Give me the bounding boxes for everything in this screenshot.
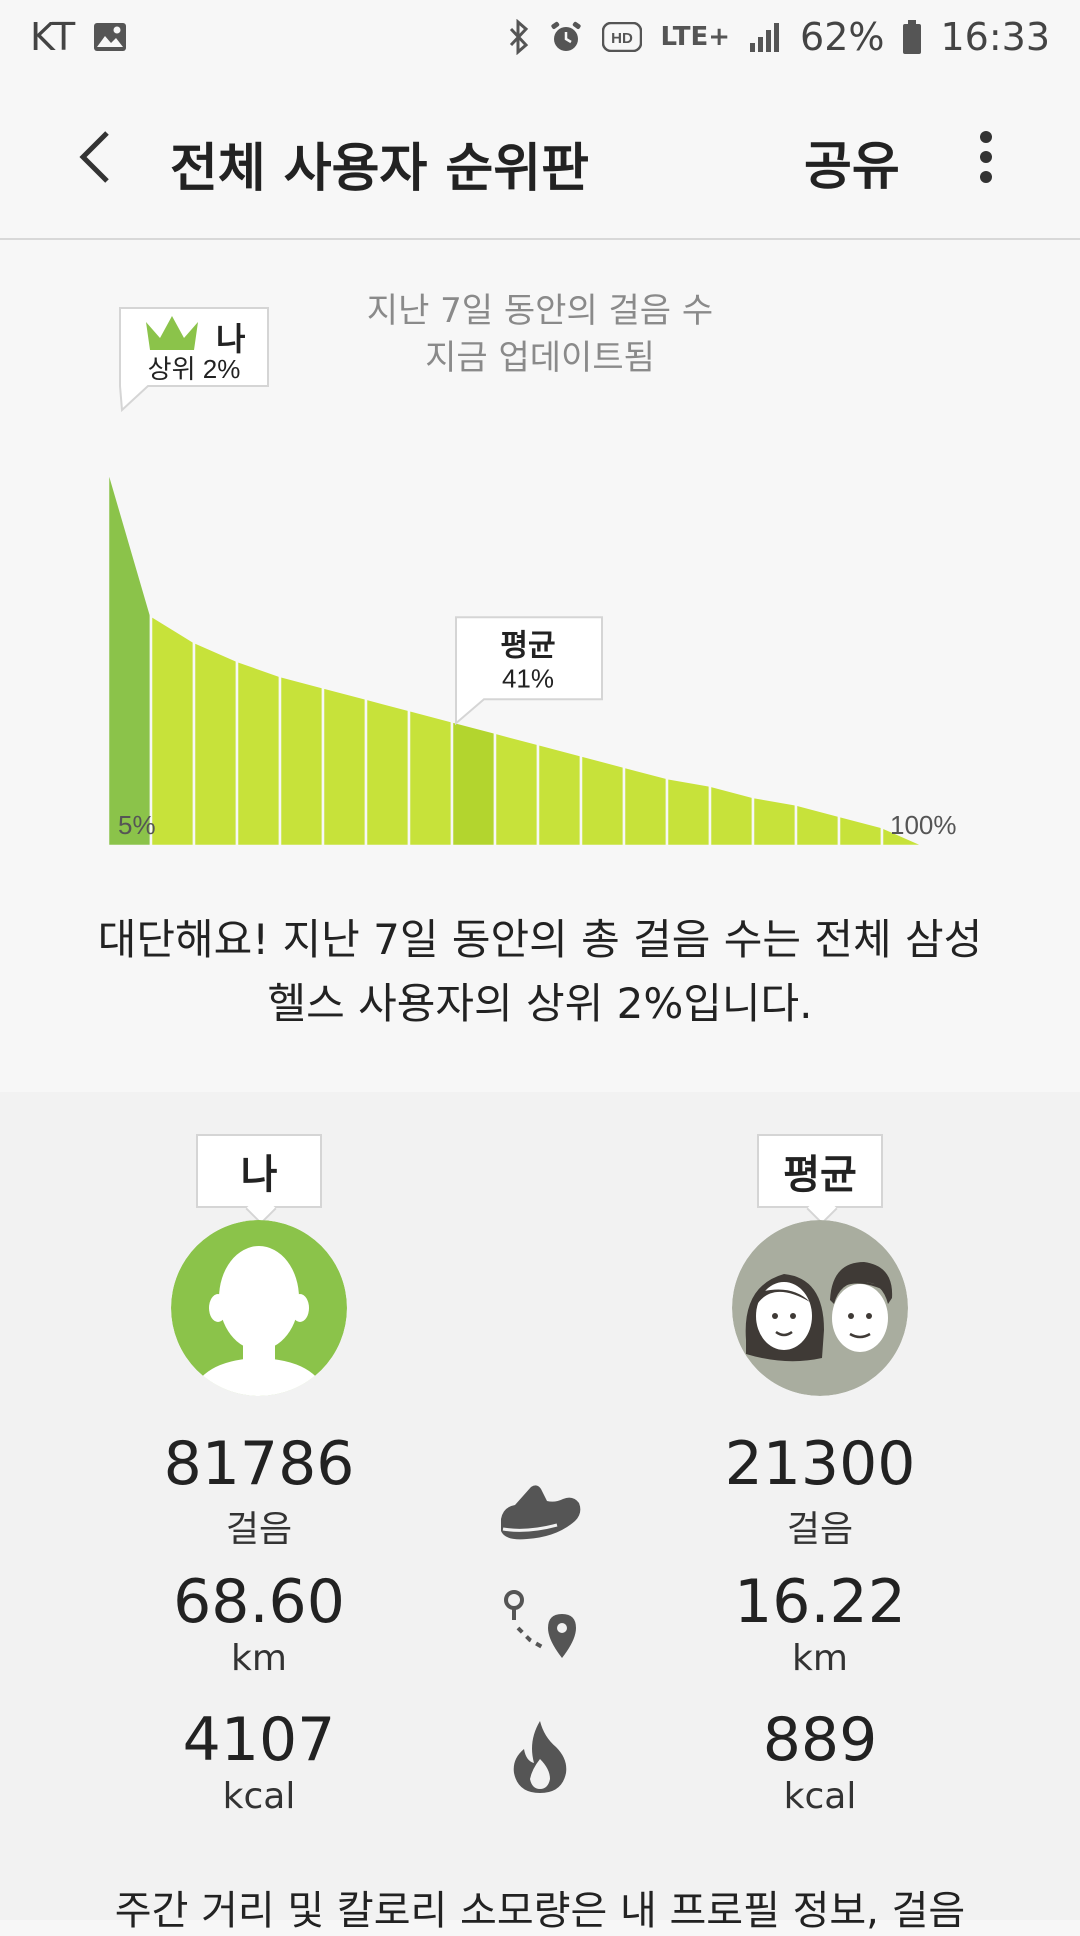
me-callout-label: 나 <box>216 321 245 357</box>
alarm-icon <box>548 19 584 55</box>
chart-bar <box>536 742 583 848</box>
average-calories-value: 889 <box>762 1705 878 1775</box>
page-title: 전체 사용자 순위판 <box>170 139 589 199</box>
average-distance-unit: km <box>792 1638 848 1679</box>
x-end-label: 100% <box>890 810 957 840</box>
chart-bar <box>622 764 669 848</box>
flame-icon <box>495 1712 585 1802</box>
chart-bar <box>708 783 755 848</box>
chart-bar <box>794 802 841 848</box>
average-callout-rank: 41% <box>502 663 554 693</box>
battery-icon <box>902 19 922 55</box>
x-start-label: 5% <box>118 810 156 840</box>
status-bar: KT HD LTE+ 62% 16:33 <box>0 0 1080 74</box>
gallery-icon <box>93 22 127 52</box>
more-vert-icon <box>980 131 992 183</box>
summary-line-1: 대단해요! 지난 7일 동안의 총 걸음 수는 전체 삼성 <box>97 915 983 964</box>
average-calories-unit: kcal <box>783 1776 857 1817</box>
average-steps-unit: 걸음 <box>786 1509 854 1550</box>
bluetooth-icon <box>508 19 530 55</box>
battery-percent: 62% <box>800 15 885 59</box>
average-avatar <box>732 1220 908 1396</box>
chart-bar <box>192 639 239 848</box>
average-distance-value: 16.22 <box>734 1567 906 1637</box>
comparison-panel: 나 81786 걸음 68.60 km 4107 kcal 평균 21300 걸… <box>0 1092 1080 1920</box>
chart-bar <box>665 776 712 848</box>
chart-bar <box>450 719 497 848</box>
chart-bar <box>278 674 325 848</box>
clock: 16:33 <box>940 15 1050 59</box>
chart-bar <box>321 685 368 848</box>
average-callout-label: 평균 <box>500 629 555 662</box>
my-steps-value: 81786 <box>163 1429 355 1499</box>
chart-bar <box>493 730 540 848</box>
me-callout-rank: 상위 2% <box>148 354 241 384</box>
signal-icon <box>748 21 782 53</box>
average-label-bubble: 평균 <box>757 1134 883 1208</box>
svg-text:HD: HD <box>612 30 634 47</box>
average-steps-value: 21300 <box>724 1429 916 1499</box>
app-bar: 전체 사용자 순위판 공유 <box>0 74 1080 240</box>
my-label-bubble: 나 <box>196 1134 322 1208</box>
chart-bar <box>579 753 626 848</box>
my-steps-unit: 걸음 <box>225 1509 293 1550</box>
my-avatar <box>171 1220 347 1396</box>
user-avatar-icon <box>171 1220 347 1396</box>
back-button[interactable] <box>62 124 128 190</box>
couple-avatar-icon <box>732 1220 908 1396</box>
more-options-button[interactable] <box>966 122 1006 192</box>
chart-bar <box>751 795 798 848</box>
summary-line-2: 헬스 사용자의 상위 2%입니다. <box>267 979 813 1028</box>
status-left: KT <box>30 15 127 59</box>
chart-bar <box>149 613 196 848</box>
chart-bar <box>235 659 282 848</box>
chart-bar <box>106 467 153 848</box>
ranking-summary: 대단해요! 지난 7일 동안의 총 걸음 수는 전체 삼성 헬스 사용자의 상위… <box>60 908 1020 1036</box>
hd-icon: HD <box>602 22 643 52</box>
status-right: HD LTE+ 62% 16:33 <box>508 15 1050 59</box>
ranking-chart: 5% 100% 나상위 2% 평균41% <box>106 307 968 848</box>
back-arrow-icon <box>79 131 109 183</box>
route-icon <box>495 1581 585 1671</box>
footnote: 주간 거리 및 칼로리 소모량은 내 프로필 정보, 걸음 <box>114 1888 966 1934</box>
my-stats-column: 나 81786 걸음 68.60 km 4107 kcal <box>109 1092 409 1920</box>
ranking-chart-panel: 지난 7일 동안의 걸음 수 지금 업데이트됨 5% 100% 나 상위 2% 평균 41… <box>0 242 1080 1092</box>
chart-bar <box>837 814 884 848</box>
my-distance-unit: km <box>231 1638 287 1679</box>
shoe-icon <box>495 1467 585 1557</box>
my-calories-unit: kcal <box>222 1776 296 1817</box>
share-button[interactable]: 공유 <box>804 124 900 199</box>
network-type-icon: LTE+ <box>660 22 731 52</box>
average-stats-column: 평균 21300 걸음 16.22 km 889 kcal <box>670 1092 970 1920</box>
my-distance-value: 68.60 <box>173 1567 345 1637</box>
carrier-label: KT <box>30 15 76 59</box>
chart-bar <box>407 708 454 848</box>
chart-bar <box>364 696 411 848</box>
my-calories-value: 4107 <box>182 1705 336 1775</box>
